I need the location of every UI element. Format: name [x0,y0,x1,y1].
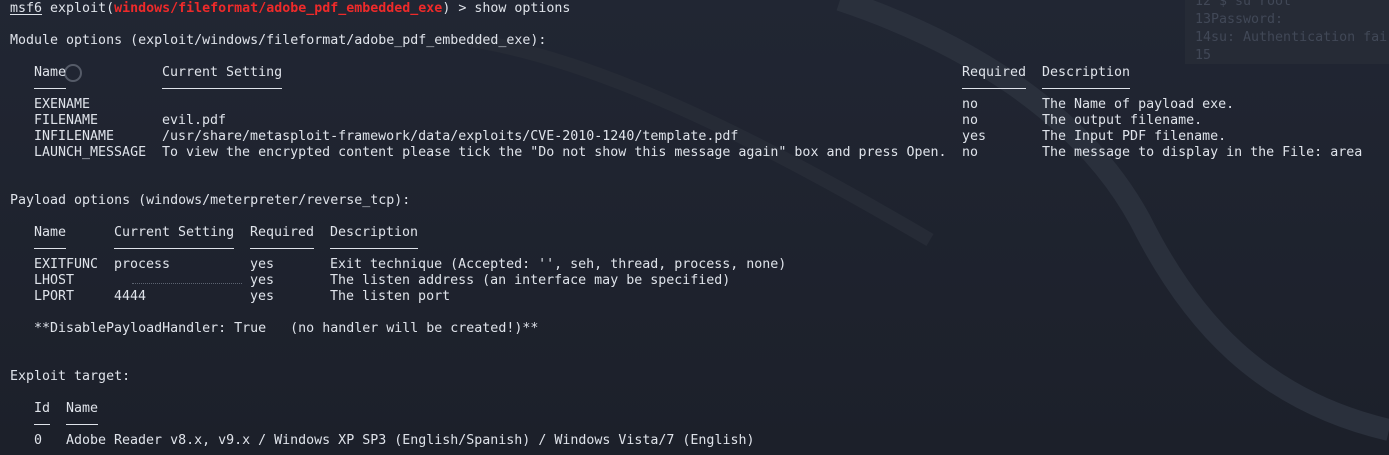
header-underline [250,248,314,249]
prompt-prefix: exploit( [42,1,115,16]
option-name: FILENAME [34,113,99,128]
option-description: The message to display in the File: area [1042,145,1363,160]
payload-option-name: LHOST [34,273,75,288]
overlay-line: 12 $ su root [1195,0,1292,9]
target-id: 0 [34,433,43,448]
header-underline [34,248,66,249]
column-header-name: Name [34,225,67,240]
header-underline [34,424,50,425]
header-underline [1042,88,1130,89]
option-name: INFILENAME [34,129,115,144]
prompt-command: ) > show options [442,1,571,16]
column-header-current-setting: Current Setting [162,65,283,80]
payload-option-description: Exit technique (Accepted: '', seh, threa… [330,257,787,272]
header-underline [114,248,234,249]
header-underline [330,248,418,249]
payload-option-description: The listen address (an interface may be … [330,273,731,288]
overlay-line: 13Password: [1195,12,1284,27]
msf-prompt: msf6 [10,1,43,16]
option-description: The output filename. [1042,113,1203,128]
column-header-id: Id [34,401,51,416]
exploit-target-heading: Exploit target: [10,369,131,384]
payload-options-heading: Payload options (windows/meterpreter/rev… [10,193,411,208]
target-name: Adobe Reader v8.x, v9.x / Windows XP SP3… [66,433,755,448]
column-header-description: Description [1042,65,1131,80]
option-description: The Name of payload exe. [1042,97,1235,112]
option-required: yes [962,129,987,144]
payload-option-setting: process [114,257,171,272]
option-setting: To view the encrypted content please tic… [162,145,947,160]
payload-option-required: yes [250,273,275,288]
prompt-module-name: windows/fileformat/adobe_pdf_embedded_ex… [114,1,443,16]
column-header-name: Name [66,401,99,416]
desktop-icon-ghost [64,64,82,82]
column-header-current-setting: Current Setting [114,225,235,240]
option-required: no [962,113,979,128]
column-header-name: Name [34,65,67,80]
column-header-description: Description [330,225,419,240]
option-setting: evil.pdf [162,113,227,128]
option-required: no [962,97,979,112]
option-name: EXENAME [34,97,91,112]
payload-option-required: yes [250,289,275,304]
header-underline [66,424,98,425]
redacted-lhost-value [132,283,242,285]
payload-option-setting: 4444 [114,289,147,304]
option-name: LAUNCH_MESSAGE [34,145,147,160]
payload-option-description: The listen port [330,289,451,304]
option-required: no [962,145,979,160]
terminal-window[interactable]: 12 $ su root 13Password: 14su: Authentic… [0,0,1389,455]
module-options-heading: Module options (exploit/windows/fileform… [10,33,547,48]
column-header-required: Required [962,65,1027,80]
option-setting: /usr/share/metasploit-framework/data/exp… [162,129,739,144]
header-underline [962,88,1026,89]
payload-option-name: EXITFUNC [34,257,99,272]
payload-option-required: yes [250,257,275,272]
command-prompt-line: msf6 exploit(windows/fileformat/adobe_pd… [10,1,570,17]
column-header-required: Required [250,225,315,240]
header-underline [162,88,282,89]
header-underline [34,88,66,89]
overlay-line: 15 [1195,48,1212,63]
payload-handler-note: **DisablePayloadHandler: True (no handle… [34,321,539,336]
option-description: The Input PDF filename. [1042,129,1227,144]
payload-option-name: LPORT [34,289,75,304]
overlay-line: 14su: Authentication fai [1195,30,1388,45]
